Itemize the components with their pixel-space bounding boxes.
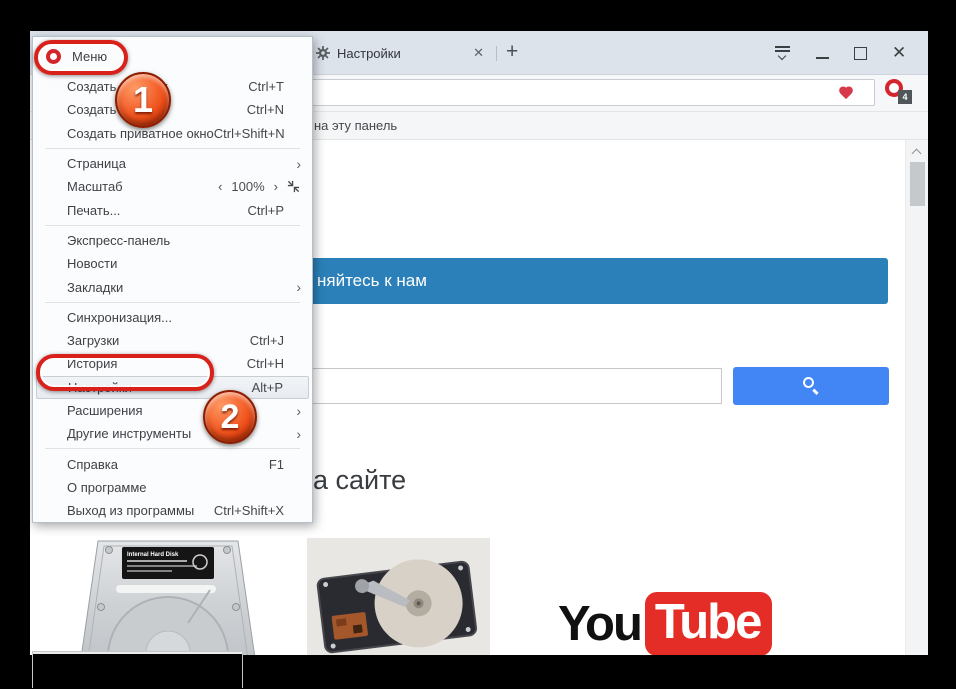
youtube-tube-text: Tube bbox=[645, 592, 772, 655]
submenu-arrow-icon: › bbox=[296, 156, 301, 172]
menu-item-speed-dial[interactable]: Экспресс-панель bbox=[33, 229, 312, 252]
menu-item-new-private-window[interactable]: Создать приватное окно Ctrl+Shift+N bbox=[33, 122, 312, 145]
open-hdd-photo bbox=[307, 538, 490, 655]
menu-item-new-tab[interactable]: Создать вкладку Ctrl+T bbox=[33, 75, 312, 98]
step-2-badge: 2 bbox=[203, 390, 257, 444]
gear-icon bbox=[316, 46, 330, 60]
tab-close-icon[interactable]: ✕ bbox=[473, 45, 484, 61]
youtube-logo: You Tube bbox=[558, 592, 772, 655]
highlight-oval-settings bbox=[36, 354, 214, 391]
zoom-level-value: 100% bbox=[231, 179, 264, 194]
zoom-fit-icon[interactable] bbox=[287, 180, 300, 193]
menu-separator bbox=[45, 448, 300, 449]
section-heading: а сайте bbox=[313, 465, 406, 496]
menu-separator bbox=[45, 302, 300, 303]
menu-separator bbox=[45, 148, 300, 149]
screenshot-root: Настройки ✕ + ✕ 4 на эту панель bbox=[0, 0, 956, 689]
bookmarks-bar-hint: на эту панель bbox=[314, 112, 397, 139]
menu-item-about[interactable]: О программе bbox=[33, 476, 312, 499]
svg-text:Internal Hard Disk: Internal Hard Disk bbox=[127, 552, 179, 558]
highlight-oval-menu bbox=[34, 40, 128, 75]
menu-item-other-tools[interactable]: Другие инструменты › bbox=[33, 422, 312, 445]
maximize-button[interactable] bbox=[854, 47, 867, 60]
bottom-cropped-box bbox=[32, 651, 243, 688]
menu-item-downloads[interactable]: Загрузки Ctrl+J bbox=[33, 329, 312, 352]
tab-settings[interactable]: Настройки ✕ bbox=[308, 31, 490, 75]
menu-separator bbox=[45, 225, 300, 226]
submenu-arrow-icon: › bbox=[296, 279, 301, 295]
menu-item-sync[interactable]: Синхронизация... bbox=[33, 306, 312, 329]
scroll-up-icon[interactable] bbox=[912, 149, 922, 159]
menu-item-bookmarks[interactable]: Закладки › bbox=[33, 275, 312, 298]
zoom-out-button[interactable]: ‹ bbox=[218, 179, 222, 194]
submenu-arrow-icon: › bbox=[296, 426, 301, 442]
tab-title: Настройки bbox=[337, 46, 401, 61]
page-scrollbar[interactable] bbox=[905, 140, 928, 655]
opera-menu-popup: Меню Создать вкладку Ctrl+T Создать окно… bbox=[32, 36, 313, 523]
youtube-you-text: You bbox=[558, 596, 641, 652]
menu-item-news[interactable]: Новости bbox=[33, 252, 312, 275]
new-tab-button[interactable]: + bbox=[506, 39, 518, 65]
submenu-arrow-icon: › bbox=[296, 403, 301, 419]
menu-item-extensions[interactable]: Расширения › bbox=[33, 399, 312, 422]
window-close-button[interactable]: ✕ bbox=[892, 43, 906, 63]
red-gears-icon bbox=[558, 648, 678, 655]
menu-item-page[interactable]: Страница › bbox=[33, 152, 312, 175]
opera-sidebar-button[interactable]: 4 bbox=[885, 79, 911, 105]
menu-item-help[interactable]: Справка F1 bbox=[33, 452, 312, 475]
tab-divider bbox=[496, 46, 497, 61]
site-search-input[interactable] bbox=[250, 368, 722, 404]
site-search-button[interactable] bbox=[733, 367, 889, 405]
tab-menu-icon[interactable] bbox=[774, 45, 792, 61]
step-1-badge: 1 bbox=[115, 72, 171, 128]
zoom-in-button[interactable]: › bbox=[274, 179, 278, 194]
hdd-illustration-image: Internal Hard Disk bbox=[60, 535, 275, 655]
menu-item-zoom[interactable]: Масштаб ‹ 100% › bbox=[33, 175, 312, 198]
notification-badge: 4 bbox=[898, 90, 912, 104]
menu-item-new-window[interactable]: Создать окно Ctrl+N bbox=[33, 98, 312, 121]
bookmark-heart-icon[interactable] bbox=[838, 87, 854, 101]
scrollbar-thumb[interactable] bbox=[910, 162, 925, 206]
menu-item-print[interactable]: Печать... Ctrl+P bbox=[33, 198, 312, 221]
menu-item-exit[interactable]: Выход из программы Ctrl+Shift+X bbox=[33, 499, 312, 522]
minimize-button[interactable] bbox=[816, 57, 829, 59]
search-icon bbox=[803, 377, 814, 388]
join-us-banner[interactable]: няйтесь к нам bbox=[250, 258, 888, 304]
